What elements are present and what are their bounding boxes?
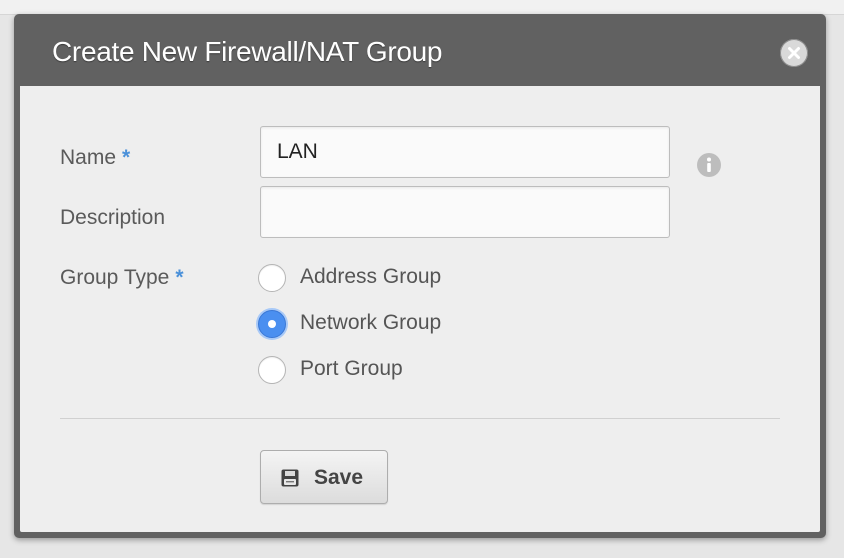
info-icon[interactable] <box>696 152 722 178</box>
background-page-strip <box>0 0 844 15</box>
description-label-text: Description <box>60 206 166 229</box>
radio-label-address-group: Address Group <box>300 265 442 288</box>
group-type-label: Group Type * <box>60 266 184 290</box>
close-icon <box>788 47 800 59</box>
close-button[interactable] <box>780 39 808 67</box>
name-label: Name * <box>60 146 130 170</box>
dialog-header: Create New Firewall/NAT Group <box>14 14 826 86</box>
description-input[interactable] <box>260 186 670 238</box>
name-input[interactable] <box>260 126 670 178</box>
group-type-required-marker: * <box>175 266 184 289</box>
name-required-marker: * <box>122 146 131 169</box>
description-label: Description <box>60 206 165 230</box>
radio-button-address-group[interactable] <box>258 264 286 292</box>
save-button-label: Save <box>314 466 364 489</box>
floppy-disk-icon <box>281 469 299 487</box>
radio-button-network-group[interactable] <box>258 310 286 338</box>
form-divider <box>60 418 780 419</box>
group-type-label-text: Group Type <box>60 266 170 289</box>
create-group-dialog: Create New Firewall/NAT Group Name* Desc… <box>14 14 826 538</box>
radio-label-network-group: Network Group <box>300 311 442 334</box>
save-button[interactable]: Save <box>260 450 388 504</box>
radio-button-port-group[interactable] <box>258 356 286 384</box>
dialog-title: Create New Firewall/NAT Group <box>52 36 443 67</box>
name-label-text: Name <box>60 146 117 169</box>
radio-label-port-group: Port Group <box>300 357 403 380</box>
dialog-body: Name* Description Group Type* Address Gr… <box>20 86 820 532</box>
